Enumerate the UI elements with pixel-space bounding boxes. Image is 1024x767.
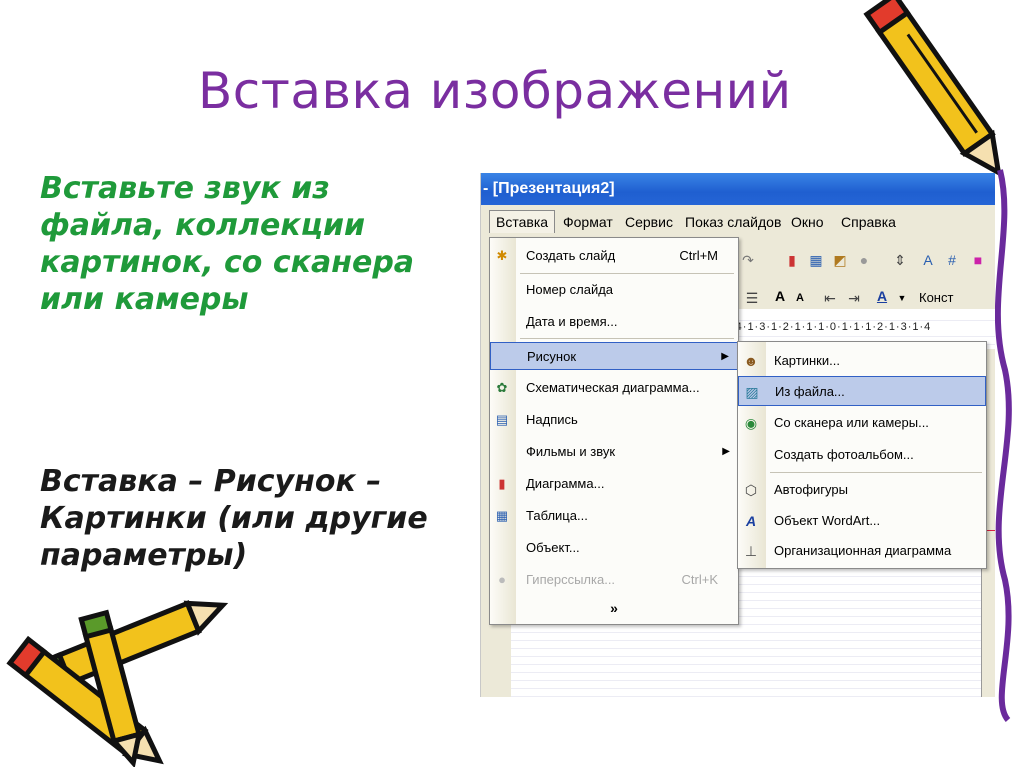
- org-chart-icon: ⊥: [744, 543, 758, 559]
- picture-submenu: ☻ Картинки... ▨ Из файла... ◉ Со сканера…: [737, 341, 987, 569]
- hyperlink-icon: ●: [498, 572, 506, 587]
- menu-bar: Вставка Формат Сервис Показ слайдов Окно…: [481, 205, 995, 239]
- hyperlink-icon[interactable]: ●: [855, 251, 873, 269]
- menu-window[interactable]: Окно: [785, 211, 830, 233]
- insert-menu-dropdown: ✱ Создать слайд Ctrl+M Номер слайда Дата…: [489, 237, 739, 625]
- menu-item-schematic-diagram[interactable]: ✿ Схематическая диаграмма...: [490, 374, 738, 402]
- diagram-icon: ✿: [496, 380, 508, 395]
- submenu-item-clipart[interactable]: ☻ Картинки...: [738, 346, 986, 376]
- grid-icon[interactable]: #: [943, 251, 961, 269]
- menu-item-chart[interactable]: ▮ Диаграмма...: [490, 470, 738, 498]
- indent-increase-icon[interactable]: ⇥: [845, 289, 863, 307]
- list-icon[interactable]: ☰: [743, 289, 761, 307]
- scanner-icon: ◉: [744, 415, 758, 431]
- pencil-top-right-icon: [863, 0, 1002, 178]
- increase-font-icon[interactable]: A: [771, 287, 789, 305]
- new-slide-icon: ✱: [496, 248, 508, 263]
- decrease-font-icon[interactable]: A: [791, 289, 809, 307]
- menu-item-new-slide[interactable]: ✱ Создать слайд Ctrl+M: [490, 242, 738, 270]
- submenu-arrow-icon: ▶: [721, 351, 729, 362]
- constructor-button[interactable]: Конст: [919, 290, 953, 305]
- menu-item-date-time[interactable]: Дата и время...: [490, 308, 738, 336]
- menu-format[interactable]: Формат: [557, 211, 619, 233]
- menu-item-slide-number[interactable]: Номер слайда: [490, 276, 738, 304]
- submenu-arrow-icon: ▶: [722, 446, 730, 457]
- submenu-item-autoshapes[interactable]: ⬡ Автофигуры: [738, 475, 986, 505]
- submenu-item-scanner-camera[interactable]: ◉ Со сканера или камеры...: [738, 408, 986, 438]
- color-icon[interactable]: ■: [969, 251, 987, 269]
- menu-slideshow[interactable]: Показ слайдов: [679, 211, 787, 233]
- powerpoint-screenshot: - [Презентация2] Вставка Формат Сервис П…: [480, 173, 995, 697]
- menu-help[interactable]: Справка: [835, 211, 902, 233]
- submenu-item-wordart[interactable]: A Объект WordArt...: [738, 506, 986, 536]
- menu-item-picture[interactable]: Рисунок ▶: [490, 342, 738, 370]
- font-color-dropdown-icon[interactable]: ▼: [893, 289, 911, 307]
- menu-item-object[interactable]: Объект...: [490, 534, 738, 562]
- submenu-item-photo-album[interactable]: Создать фотоальбом...: [738, 440, 986, 470]
- expand-collapse-icon[interactable]: ⇕: [891, 251, 909, 269]
- menu-item-hyperlink[interactable]: ● Гиперссылка... Ctrl+K: [490, 566, 738, 594]
- submenu-item-org-chart[interactable]: ⊥ Организационная диаграмма: [738, 536, 986, 566]
- window-title-bar[interactable]: - [Презентация2]: [481, 173, 995, 205]
- tables-borders-icon[interactable]: ◩: [831, 251, 849, 269]
- ruler: ·4·1·3·1·2·1·1·1·0·1·1·1·2·1·3·1·4: [731, 321, 995, 335]
- menu-service[interactable]: Сервис: [619, 211, 679, 233]
- redo-icon[interactable]: ↷: [739, 251, 757, 269]
- submenu-item-from-file[interactable]: ▨ Из файла...: [738, 376, 986, 406]
- from-file-icon: ▨: [745, 384, 759, 400]
- expand-menu-chevron-icon[interactable]: »: [490, 594, 738, 622]
- autoshapes-icon: ⬡: [744, 482, 758, 498]
- font-color-icon[interactable]: A: [873, 287, 891, 305]
- text-box-icon: ▤: [495, 412, 509, 427]
- menu-insert[interactable]: Вставка: [489, 210, 556, 233]
- wordart-icon: A: [745, 513, 757, 529]
- menu-item-movies-sound[interactable]: Фильмы и звук ▶: [490, 438, 738, 466]
- table-icon: ▦: [495, 508, 509, 523]
- clipart-icon: ☻: [743, 353, 759, 369]
- text-direction-icon[interactable]: A: [919, 251, 937, 269]
- menu-item-table[interactable]: ▦ Таблица...: [490, 502, 738, 530]
- table-icon[interactable]: ▦: [807, 251, 825, 269]
- menu-item-text-box[interactable]: ▤ Надпись: [490, 406, 738, 434]
- chart-icon: ▮: [498, 476, 506, 491]
- chart-icon[interactable]: ▮: [783, 251, 801, 269]
- indent-decrease-icon[interactable]: ⇤: [821, 289, 839, 307]
- right-edge-squiggle-icon: [994, 169, 1012, 723]
